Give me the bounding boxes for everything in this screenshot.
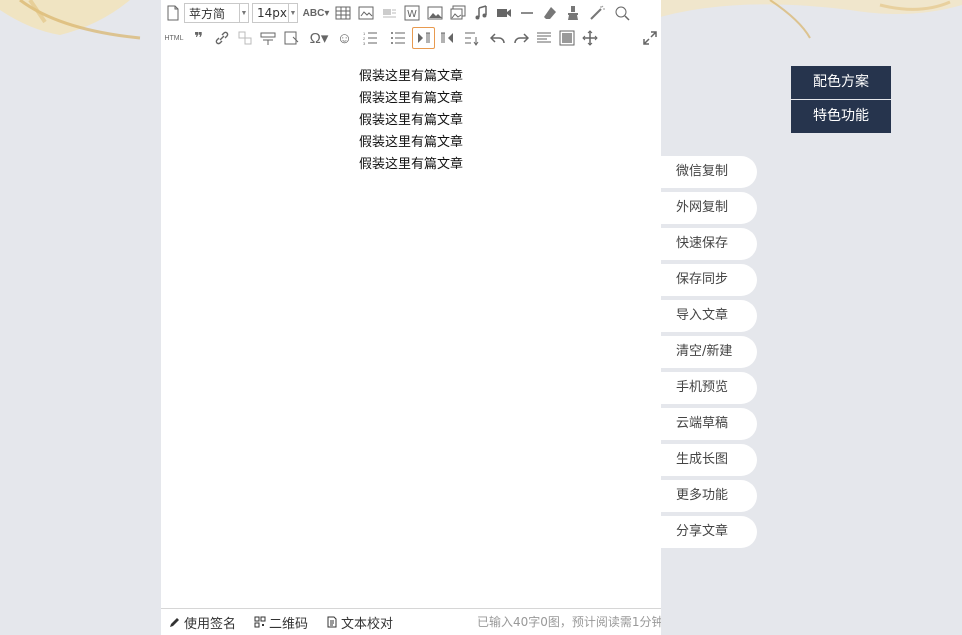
save-sync-button[interactable]: 保存同步 <box>661 264 757 296</box>
color-scheme-button[interactable]: 配色方案 <box>791 66 891 99</box>
svg-text:W: W <box>407 9 417 20</box>
use-signature-label: 使用签名 <box>184 616 237 632</box>
unlink-icon[interactable] <box>233 27 256 49</box>
editor-content[interactable]: 假装这里有篇文章 假装这里有篇文章 假装这里有篇文章 假装这里有篇文章 假装这里… <box>161 66 661 176</box>
image-grid-icon[interactable] <box>354 2 377 24</box>
text-wrap-icon[interactable] <box>377 2 400 24</box>
status-bar: 使用签名 二维码 文本校对 已输入40字0图，预计阅读需1分钟 <box>161 608 661 635</box>
svg-text:3: 3 <box>363 41 366 46</box>
clear-new-button[interactable]: 清空/新建 <box>661 336 757 368</box>
fullscreen-icon[interactable] <box>638 27 661 49</box>
video-icon[interactable] <box>492 2 515 24</box>
pencil-icon <box>170 618 179 627</box>
quote-icon[interactable]: ❞ <box>187 27 210 49</box>
horizontal-rule-icon[interactable] <box>515 2 538 24</box>
content-line: 假装这里有篇文章 <box>358 135 463 150</box>
multi-image-icon[interactable] <box>446 2 469 24</box>
move-icon[interactable] <box>578 27 601 49</box>
line-height-icon[interactable] <box>458 27 486 49</box>
undo-icon[interactable] <box>486 27 509 49</box>
share-article-button[interactable]: 分享文章 <box>661 516 757 548</box>
content-line: 假装这里有篇文章 <box>358 69 463 84</box>
rtl-direction-icon[interactable] <box>435 27 458 49</box>
proofread-label: 文本校对 <box>341 616 394 632</box>
editor: 苹方简 ▼ 14px ▼ ABC▾ W HTML ❞ Ω▾ ☺ 1 2 3 假装… <box>161 0 661 635</box>
quick-save-button[interactable]: 快速保存 <box>661 228 757 260</box>
content-line: 假装这里有篇文章 <box>358 113 463 128</box>
more-functions-button[interactable]: 更多功能 <box>661 480 757 512</box>
qrcode-icon <box>254 616 266 628</box>
generate-long-image-button[interactable]: 生成长图 <box>661 444 757 476</box>
cloud-drafts-button[interactable]: 云端草稿 <box>661 408 757 440</box>
ltr-direction-icon[interactable] <box>412 27 435 49</box>
external-copy-button[interactable]: 外网复制 <box>661 192 757 224</box>
content-line: 假装这里有篇文章 <box>358 157 463 172</box>
qrcode-button[interactable]: 二维码 <box>254 613 308 632</box>
use-signature-button[interactable]: 使用签名 <box>169 613 236 632</box>
redo-icon[interactable] <box>509 27 532 49</box>
font-family-select[interactable]: 苹方简 <box>184 3 240 23</box>
featured-functions-button[interactable]: 特色功能 <box>791 100 891 133</box>
qrcode-label: 二维码 <box>269 616 309 632</box>
toolbar-row-2: HTML ❞ Ω▾ ☺ 123 <box>161 25 661 51</box>
spellcheck-icon[interactable]: ABC▾ <box>301 2 331 24</box>
image-icon[interactable] <box>423 2 446 24</box>
magic-wand-icon[interactable] <box>584 2 610 24</box>
music-icon[interactable] <box>469 2 492 24</box>
preview-icon[interactable] <box>555 27 578 49</box>
paragraph-format-icon[interactable] <box>532 27 555 49</box>
new-document-icon[interactable] <box>161 2 184 24</box>
font-size-dropdown[interactable]: ▼ <box>289 3 298 23</box>
unordered-list-icon[interactable] <box>384 27 412 49</box>
wechat-copy-button[interactable]: 微信复制 <box>661 156 757 188</box>
word-import-icon[interactable]: W <box>400 2 423 24</box>
content-line: 假装这里有篇文章 <box>358 91 463 106</box>
toolbar-row-1: 苹方简 ▼ 14px ▼ ABC▾ W <box>161 0 661 26</box>
template-icon[interactable] <box>279 27 305 49</box>
ordered-list-icon[interactable]: 123 <box>356 27 384 49</box>
link-icon[interactable] <box>210 27 233 49</box>
special-char-icon[interactable]: Ω▾ <box>305 27 333 49</box>
document-icon <box>327 616 337 628</box>
search-replace-icon[interactable] <box>610 2 633 24</box>
page-break-icon[interactable] <box>256 27 279 49</box>
table-icon[interactable] <box>331 2 354 24</box>
format-brush-icon[interactable] <box>561 2 584 24</box>
html-source-button[interactable]: HTML <box>161 27 187 49</box>
font-family-dropdown[interactable]: ▼ <box>240 3 249 23</box>
emoji-icon[interactable]: ☺ <box>333 27 356 49</box>
decorative-brush-right <box>650 0 962 40</box>
import-article-button[interactable]: 导入文章 <box>661 300 757 332</box>
font-size-select[interactable]: 14px <box>252 3 289 23</box>
mobile-preview-button[interactable]: 手机预览 <box>661 372 757 404</box>
decorative-brush-left <box>0 0 170 40</box>
eraser-icon[interactable] <box>538 2 561 24</box>
word-count: 已输入40字0图，预计阅读需1分钟 <box>477 615 661 629</box>
proofread-button[interactable]: 文本校对 <box>326 613 393 632</box>
